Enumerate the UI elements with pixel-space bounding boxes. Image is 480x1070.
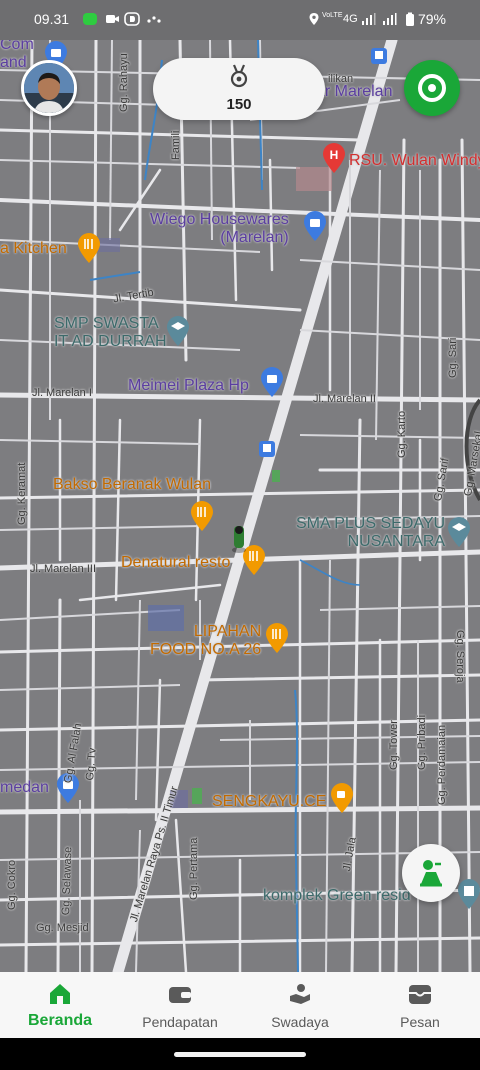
street-label: Gg. Keramat <box>16 462 28 525</box>
nav-label: Beranda <box>27 1012 93 1029</box>
nav-item-swadaya[interactable]: Swadaya <box>240 972 360 1038</box>
home-icon <box>50 984 70 1004</box>
poi-label[interactable]: komplek Green resid <box>263 887 411 905</box>
poi-label[interactable]: Denatural resto <box>121 554 230 572</box>
street-label: Jl. Marelan III <box>30 563 97 575</box>
bus-stop-icon <box>371 48 387 64</box>
helping-hand-icon <box>290 984 310 1004</box>
wallet-icon <box>169 987 191 1003</box>
map-roads <box>0 40 480 972</box>
map-person-icon <box>420 860 442 887</box>
school-marker-icon[interactable] <box>165 315 191 347</box>
profile-photo <box>24 63 74 113</box>
street-label: Gg. Rahayu <box>118 53 130 112</box>
poi-label[interactable]: RSU. Wulan Windy <box>349 152 480 170</box>
street-label: Gg. Tower <box>388 720 400 770</box>
status-time: 09.31 <box>34 11 70 27</box>
cafe-marker-icon[interactable] <box>329 782 355 814</box>
network-type: 4G <box>343 13 358 25</box>
hospital-marker-icon[interactable]: H <box>321 142 347 174</box>
svg-text:H: H <box>330 148 339 162</box>
street-label: Gg. Selawase <box>60 846 75 916</box>
poi-label[interactable]: SMA PLUS SEDAYU NUSANTARA <box>296 515 445 551</box>
nav-item-pesan[interactable]: Pesan <box>360 972 480 1038</box>
home-gesture-handle[interactable] <box>174 1052 306 1057</box>
poi-label[interactable]: ar Marelan <box>316 83 392 101</box>
battery-percent: 79% <box>417 11 446 27</box>
dana-notification-icon <box>124 12 140 26</box>
poi-label[interactable]: a Kitchen <box>0 240 67 258</box>
street-label: Gg. Perdamaian <box>436 724 448 805</box>
video-notification-icon <box>106 15 119 23</box>
street-label: Gg. Cokro <box>6 859 18 910</box>
volte-label: VoLTE <box>322 12 343 19</box>
poi-label[interactable]: SMP SWASTA IT AD DURRAH <box>54 315 167 351</box>
medal-icon <box>230 64 248 88</box>
signal-2-icon <box>383 13 397 25</box>
nav-label: Pendapatan <box>142 1014 218 1030</box>
heatmap-button[interactable] <box>402 844 460 902</box>
school-marker-icon[interactable] <box>446 516 472 548</box>
shop-marker-icon[interactable] <box>302 210 328 242</box>
more-notifications-icon <box>147 16 161 23</box>
map-view[interactable]: H RSU. Wulan Windy Wiego Housewares (Mar… <box>0 40 480 972</box>
street-label: Gg. Sari <box>447 337 459 378</box>
nav-item-pendapatan[interactable]: Pendapatan <box>120 972 240 1038</box>
street-label: Gg. Pribadi <box>416 714 428 770</box>
inbox-icon <box>409 985 431 1004</box>
app-notification-icon <box>83 13 97 25</box>
street-label: Jl. Marelan II <box>313 393 376 405</box>
restaurant-marker-icon[interactable] <box>76 232 102 264</box>
bottom-navigation: Beranda Pendapatan Swadaya Pesan <box>0 972 480 1038</box>
street-label: Gg. Pertama <box>188 837 200 900</box>
street-label: ilikan <box>328 73 354 85</box>
poi-label[interactable]: SENGKAYU.CE <box>212 793 326 811</box>
nav-item-beranda[interactable]: Beranda <box>0 972 120 1038</box>
street-label: Gg. Karto <box>396 410 408 458</box>
poi-label[interactable]: Bakso Beranak Wulan <box>53 476 211 494</box>
nav-label: Swadaya <box>271 1014 329 1030</box>
signal-icon <box>362 13 376 25</box>
points-card[interactable]: 150 <box>153 58 325 120</box>
location-icon <box>309 13 319 25</box>
gesture-bar <box>0 1038 480 1070</box>
street-label: Gg. Mesjid <box>36 922 89 934</box>
nav-label: Pesan <box>400 1014 440 1030</box>
status-bar: 09.31 VoLTE 4G 79% <box>0 0 480 40</box>
battery-icon <box>406 12 414 26</box>
shop-marker-icon[interactable] <box>259 366 285 398</box>
street-label: Famili <box>170 130 182 160</box>
bus-stop-icon <box>259 441 275 457</box>
points-value: 150 <box>226 96 252 113</box>
poi-label[interactable]: Wiego Housewares (Marelan) <box>150 211 289 247</box>
avatar[interactable] <box>21 60 77 116</box>
online-status-button[interactable] <box>404 60 460 116</box>
street-label: Jl. Marelan I <box>32 387 92 399</box>
restaurant-marker-icon[interactable] <box>189 500 215 532</box>
driver-location-icon <box>232 526 246 553</box>
poi-label[interactable]: Meimei Plaza Hp <box>128 377 249 395</box>
poi-label[interactable]: medan <box>0 779 49 797</box>
restaurant-marker-icon[interactable] <box>264 622 290 654</box>
online-icon <box>418 74 446 102</box>
street-label: Gg. Seroja <box>454 630 466 683</box>
poi-label[interactable]: LIPAHAN FOOD NO.A 26 <box>150 623 261 659</box>
